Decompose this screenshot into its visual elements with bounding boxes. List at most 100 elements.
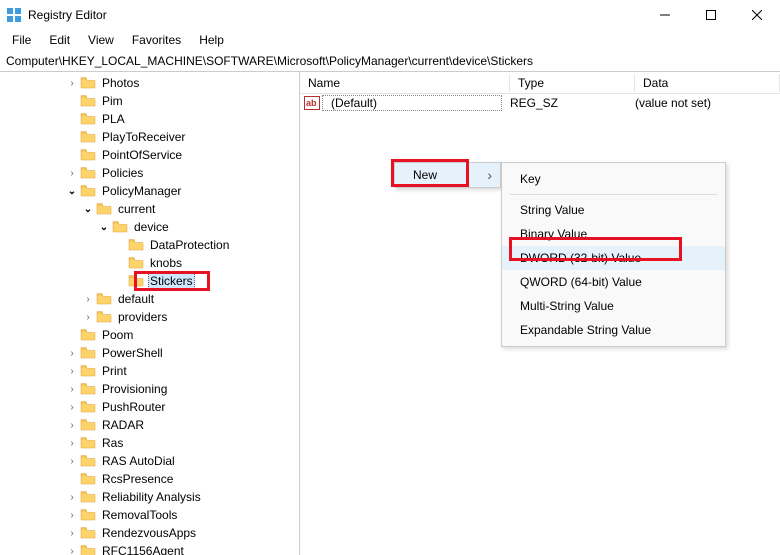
chevron-right-icon[interactable]: ›	[80, 294, 96, 305]
tree-item-label: PointOfService	[100, 148, 184, 162]
context-sub-label: Expandable String Value	[520, 323, 651, 337]
chevron-right-icon[interactable]: ›	[64, 510, 80, 521]
col-data[interactable]: Data	[635, 74, 780, 92]
menu-view[interactable]: View	[80, 31, 122, 49]
folder-icon	[80, 382, 96, 396]
context-sub-item[interactable]: String Value	[502, 198, 725, 222]
tree-item[interactable]: Pim	[0, 92, 299, 110]
tree-item[interactable]: knobs	[0, 254, 299, 272]
chevron-right-icon[interactable]: ›	[64, 348, 80, 359]
chevron-right-icon[interactable]: ›	[64, 366, 80, 377]
tree-item[interactable]: ›PushRouter	[0, 398, 299, 416]
folder-icon	[80, 130, 96, 144]
tree-item-label: RemovalTools	[100, 508, 179, 522]
tree-item[interactable]: ›Photos	[0, 74, 299, 92]
tree-item[interactable]: ›RendezvousApps	[0, 524, 299, 542]
folder-icon	[96, 310, 112, 324]
folder-icon	[80, 418, 96, 432]
context-sub-item[interactable]: DWORD (32-bit) Value	[502, 246, 725, 270]
tree-item[interactable]: › Provisioning	[0, 380, 299, 398]
main-area: ›Photos Pim PLAPlayToReceiver PointOfServic…	[0, 72, 780, 555]
folder-icon	[80, 148, 96, 162]
menu-edit[interactable]: Edit	[41, 31, 78, 49]
chevron-right-icon[interactable]: ›	[64, 492, 80, 503]
tree-item[interactable]: ›Reliability Analysis	[0, 488, 299, 506]
tree-item[interactable]: › Policies	[0, 164, 299, 182]
tree-item[interactable]: › RemovalTools	[0, 506, 299, 524]
value-name: (Default)	[322, 95, 502, 111]
tree-item[interactable]: › default	[0, 290, 299, 308]
tree-item[interactable]: Stickers	[0, 272, 299, 290]
values-pane[interactable]: Name Type Data ab (Default) REG_SZ (valu…	[300, 72, 780, 555]
tree-item-label: Pim	[100, 94, 125, 108]
context-sub-item[interactable]: QWORD (64-bit) Value	[502, 270, 725, 294]
tree-item[interactable]: Poom	[0, 326, 299, 344]
context-sub-item[interactable]: Binary Value	[502, 222, 725, 246]
tree-item[interactable]: RcsPresence	[0, 470, 299, 488]
folder-icon	[80, 328, 96, 342]
folder-icon	[80, 400, 96, 414]
menu-favorites[interactable]: Favorites	[124, 31, 189, 49]
context-sub-item[interactable]: Expandable String Value	[502, 318, 725, 342]
chevron-right-icon[interactable]: ›	[64, 384, 80, 395]
tree-item[interactable]: PointOfService	[0, 146, 299, 164]
titlebar: Registry Editor	[0, 0, 780, 30]
minimize-button[interactable]	[642, 0, 688, 30]
folder-icon	[128, 274, 144, 288]
close-button[interactable]	[734, 0, 780, 30]
string-value-icon: ab	[304, 96, 320, 110]
chevron-right-icon[interactable]: ›	[64, 402, 80, 413]
tree-item-label: Stickers	[148, 273, 195, 289]
tree-item[interactable]: › Print	[0, 362, 299, 380]
context-item-new[interactable]: New	[395, 163, 500, 187]
tree-item-label: PolicyManager	[100, 184, 183, 198]
folder-icon	[80, 76, 96, 90]
col-type[interactable]: Type	[510, 74, 635, 92]
maximize-button[interactable]	[688, 0, 734, 30]
chevron-right-icon[interactable]: ›	[64, 78, 80, 89]
tree-item[interactable]: PLA	[0, 110, 299, 128]
tree-pane[interactable]: ›Photos Pim PLAPlayToReceiver PointOfServic…	[0, 72, 300, 555]
context-sub-item[interactable]: Key	[502, 167, 725, 191]
menu-file[interactable]: File	[4, 31, 39, 49]
address-bar[interactable]: Computer\HKEY_LOCAL_MACHINE\SOFTWARE\Mic…	[0, 50, 780, 72]
folder-icon	[112, 220, 128, 234]
folder-icon	[128, 256, 144, 270]
tree-item-label: Policies	[100, 166, 145, 180]
tree-item[interactable]: DataProtection	[0, 236, 299, 254]
chevron-right-icon[interactable]: ›	[64, 168, 80, 179]
menu-help[interactable]: Help	[191, 31, 232, 49]
tree-item[interactable]: ›Ras	[0, 434, 299, 452]
context-sub-item[interactable]: Multi-String Value	[502, 294, 725, 318]
chevron-right-icon[interactable]: ›	[64, 420, 80, 431]
tree-item[interactable]: ›RFC1156Agent	[0, 542, 299, 555]
chevron-down-icon[interactable]: ⌄	[80, 204, 96, 215]
tree-item-label: providers	[116, 310, 169, 324]
tree-item[interactable]: ⌄ PolicyManager	[0, 182, 299, 200]
tree-item[interactable]: ⌄current	[0, 200, 299, 218]
context-sub-label: String Value	[520, 203, 584, 217]
col-name[interactable]: Name	[300, 74, 510, 92]
tree-item[interactable]: PlayToReceiver	[0, 128, 299, 146]
chevron-down-icon[interactable]: ⌄	[96, 222, 112, 233]
chevron-right-icon[interactable]: ›	[64, 546, 80, 555]
chevron-down-icon[interactable]: ⌄	[64, 186, 80, 197]
tree-item[interactable]: ›RADAR	[0, 416, 299, 434]
context-sub-label: QWORD (64-bit) Value	[520, 275, 642, 289]
chevron-right-icon[interactable]: ›	[64, 456, 80, 467]
chevron-right-icon[interactable]: ›	[64, 438, 80, 449]
chevron-right-icon[interactable]: ›	[80, 312, 96, 323]
chevron-right-icon[interactable]: ›	[64, 528, 80, 539]
tree-item-label: Print	[100, 364, 129, 378]
tree-item[interactable]: ›RAS AutoDial	[0, 452, 299, 470]
tree-item[interactable]: ⌄device	[0, 218, 299, 236]
tree-item[interactable]: › PowerShell	[0, 344, 299, 362]
list-row[interactable]: ab (Default) REG_SZ (value not set)	[300, 94, 780, 112]
list-header: Name Type Data	[300, 72, 780, 94]
app-title: Registry Editor	[28, 8, 642, 22]
folder-icon	[80, 544, 96, 555]
tree-item-label: PowerShell	[100, 346, 165, 360]
tree-item[interactable]: › providers	[0, 308, 299, 326]
tree-item-label: Provisioning	[100, 382, 169, 396]
tree-item-label: default	[116, 292, 156, 306]
